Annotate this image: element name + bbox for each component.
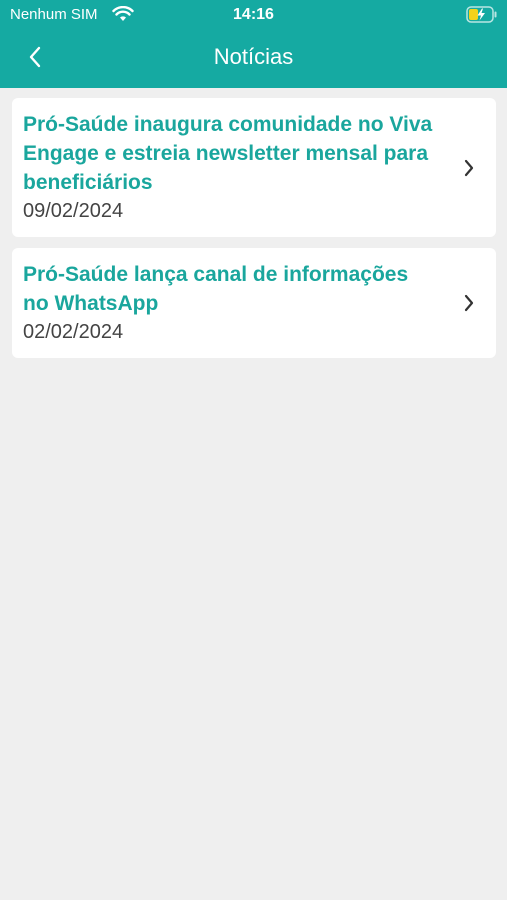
- battery-charging-icon: [466, 6, 497, 23]
- clock: 14:16: [233, 6, 274, 23]
- chevron-right-icon: [464, 159, 474, 176]
- news-date: 02/02/2024: [23, 321, 124, 343]
- navigation-bar: Notícias: [0, 30, 507, 88]
- app-header: Nenhum SIM 14:16 Notícias: [0, 0, 507, 88]
- news-date: 09/02/2024: [23, 200, 124, 222]
- news-title: Pró-Saúde inaugura comunidade no Viva En…: [23, 113, 433, 194]
- chevron-right-icon: [464, 294, 474, 312]
- news-list: Pró-Saúde inaugura comunidade no Viva En…: [12, 98, 496, 369]
- status-bar: Nenhum SIM 14:16: [0, 0, 507, 30]
- news-title: Pró-Saúde lança canal de informações no …: [23, 263, 409, 315]
- news-item[interactable]: Pró-Saúde lança canal de informações no …: [12, 248, 496, 358]
- news-item[interactable]: Pró-Saúde inaugura comunidade no Viva En…: [12, 98, 496, 237]
- page-title: Notícias: [213, 44, 294, 69]
